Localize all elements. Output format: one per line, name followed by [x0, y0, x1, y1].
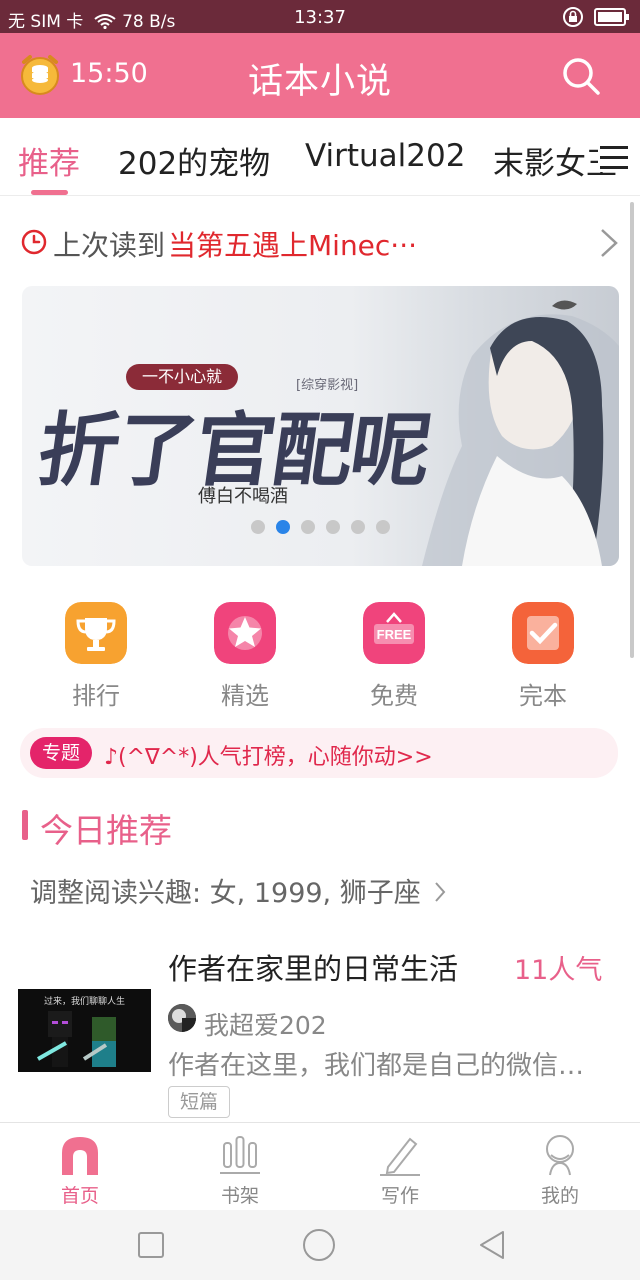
shortcut-label: 完本 [519, 682, 567, 710]
book-popularity: 11人气 [514, 955, 603, 986]
avatar[interactable] [168, 1004, 196, 1032]
promo-banner[interactable]: 一不小心就 [综穿影视] 折了官配呢 傅白不喝酒 [22, 286, 619, 566]
banner-dot[interactable] [301, 520, 315, 534]
chevron-right-icon [435, 882, 446, 902]
menu-icon[interactable] [598, 144, 630, 172]
system-navigation-bar [0, 1210, 640, 1280]
book-title[interactable]: 作者在家里的日常生活 [168, 946, 458, 988]
nav-profile[interactable]: 我的 [480, 1123, 640, 1211]
last-read-book: 当第五遇上Minec··· [168, 229, 418, 262]
shortcut-label: 免费 [370, 682, 418, 710]
scrollbar[interactable] [630, 202, 634, 658]
shortcut-ranking[interactable]: 排行 [35, 600, 155, 710]
tab-recommend[interactable]: 推荐 [18, 138, 80, 183]
free-sign-icon: FREE [363, 602, 425, 664]
topic-banner[interactable]: 专题 ♪(^∇^*)人气打榜，心随你动>> [20, 728, 618, 778]
banner-dot[interactable] [251, 520, 265, 534]
reading-interest-text: 调整阅读兴趣: 女, 1999, 狮子座 [30, 878, 421, 909]
rotation-lock-icon [563, 7, 583, 27]
shortcut-label: 排行 [72, 682, 120, 710]
nav-label: 我的 [540, 1185, 579, 1207]
search-icon[interactable] [560, 55, 602, 97]
star-icon [214, 602, 276, 664]
tab-202-pet[interactable]: 202的宠物 [118, 138, 270, 183]
svg-text:FREE: FREE [377, 627, 412, 642]
section-title: 今日推荐 [40, 811, 172, 850]
banner-pagination [251, 520, 390, 534]
chevron-right-icon [601, 229, 618, 257]
banner-author: 傅白不喝酒 [198, 486, 288, 507]
bottom-navigation: 首页 书架 写作 我的 [0, 1122, 640, 1210]
book-tag: 短篇 [168, 1086, 230, 1118]
last-read-row[interactable]: 上次读到 当第五遇上Minec··· [20, 222, 620, 266]
shortcut-free[interactable]: FREE 免费 [333, 600, 453, 710]
nav-write[interactable]: 写作 [320, 1123, 480, 1211]
home-circle-icon[interactable] [302, 1228, 336, 1262]
app-title: 话本小说 [247, 62, 392, 102]
reading-interest-link[interactable]: 调整阅读兴趣: 女, 1999, 狮子座 [30, 871, 447, 910]
nav-label: 写作 [380, 1185, 419, 1207]
book-description: 作者在这里，我们都是自己的微信… [168, 1051, 585, 1081]
back-icon[interactable] [477, 1229, 507, 1261]
app-header: 15:50 话本小说 [0, 33, 640, 118]
recent-apps-icon[interactable] [137, 1231, 165, 1259]
last-read-label: 上次读到 [53, 229, 166, 262]
trophy-icon [65, 602, 127, 664]
book-author[interactable]: 我超爱202 [204, 1006, 327, 1042]
bookshelf-icon [220, 1136, 260, 1174]
home-icon [62, 1137, 98, 1175]
shortcut-completed[interactable]: 完本 [482, 600, 602, 710]
clock-icon [21, 229, 47, 255]
status-time: 13:37 [294, 7, 346, 28]
topic-tag: 专题 [30, 737, 92, 769]
book-cover[interactable]: 过来，我们聊聊人生 [18, 989, 151, 1072]
banner-character-illustration [422, 286, 619, 566]
book-cover-caption: 过来，我们聊聊人生 [43, 997, 125, 1007]
category-tabs: 推荐 202的宠物 Virtual202 末影女王 [0, 118, 640, 196]
nav-home[interactable]: 首页 [0, 1123, 160, 1211]
battery-icon [594, 8, 629, 26]
nav-bookshelf[interactable]: 书架 [160, 1123, 320, 1211]
banner-dot[interactable] [326, 520, 340, 534]
status-bar: 无 SIM 卡 78 B/s 13:37 [0, 0, 640, 33]
pen-icon [380, 1137, 420, 1176]
shortcut-featured[interactable]: 精选 [184, 600, 304, 710]
banner-dot[interactable] [376, 520, 390, 534]
shortcut-label: 精选 [221, 682, 269, 710]
nav-label: 首页 [60, 1185, 99, 1207]
topic-text: ♪(^∇^*)人气打榜，心随你动>> [104, 745, 433, 770]
tab-virtual202[interactable]: Virtual202 [305, 138, 465, 174]
section-marker [22, 810, 28, 840]
banner-dot[interactable] [351, 520, 365, 534]
checkmark-icon [512, 602, 574, 664]
profile-icon [546, 1135, 574, 1176]
nav-label: 书架 [220, 1185, 259, 1207]
active-tab-indicator [31, 190, 68, 195]
banner-dot-active[interactable] [276, 520, 290, 534]
